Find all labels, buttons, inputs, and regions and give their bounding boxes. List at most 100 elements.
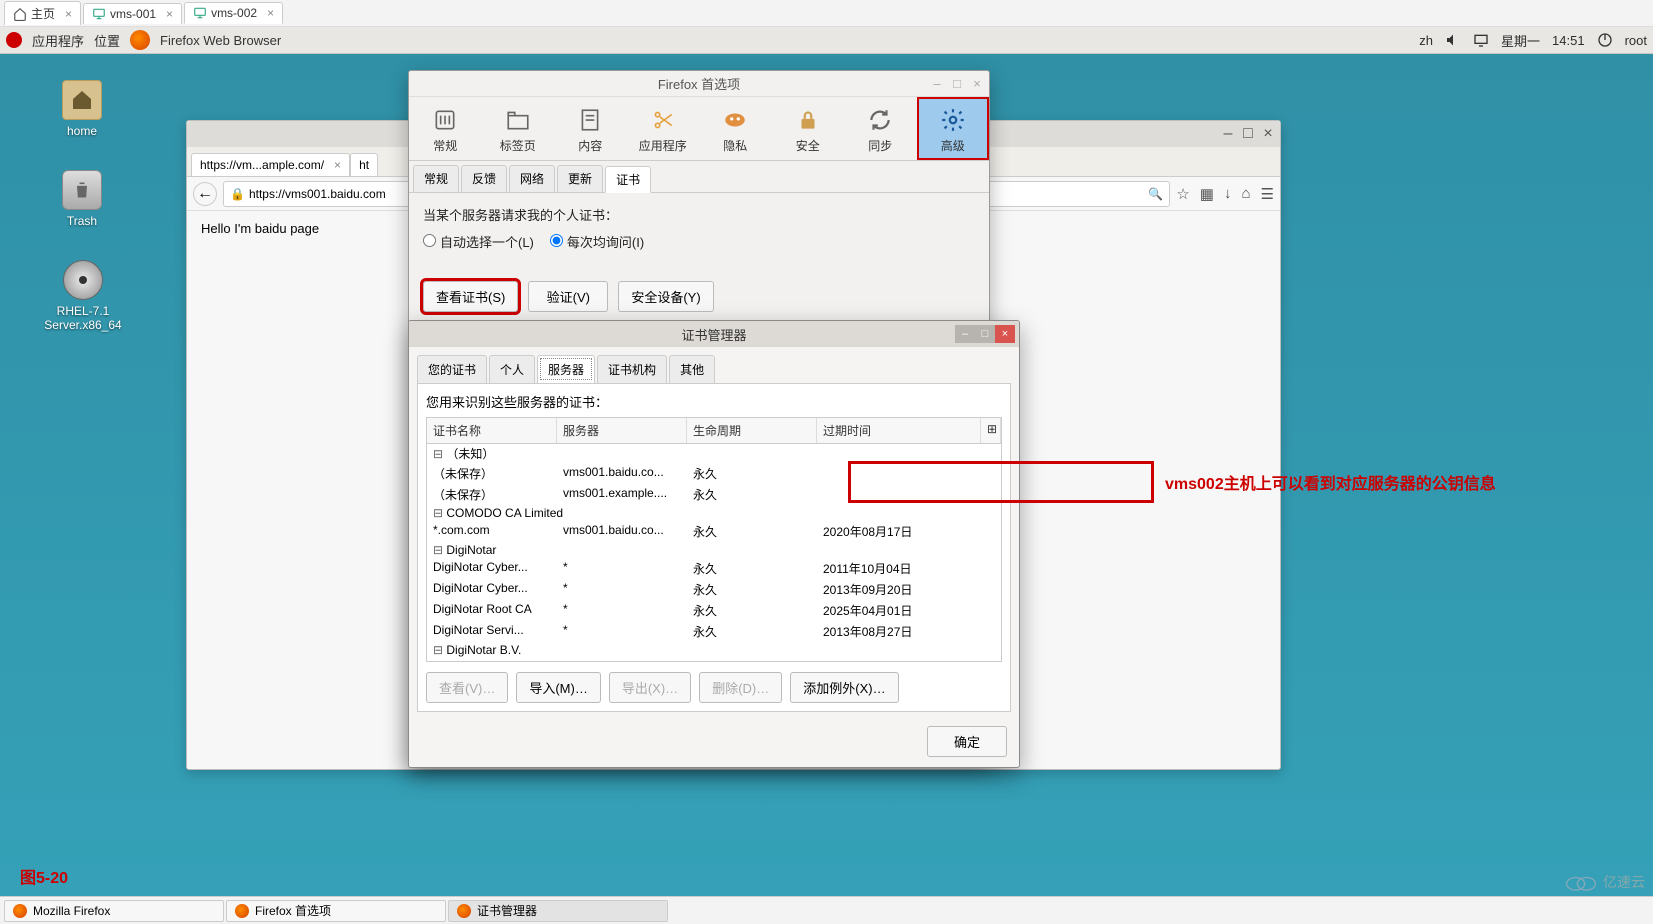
cell-expire: 2020年08月17日 bbox=[817, 522, 1001, 541]
subtab-network[interactable]: 网络 bbox=[509, 165, 555, 192]
close-icon[interactable]: × bbox=[267, 6, 274, 20]
close-icon[interactable]: × bbox=[65, 7, 72, 21]
cert-row[interactable]: DigiNotar Cyber...*永久2013年09月20日 bbox=[427, 579, 1001, 600]
browser-tab[interactable]: https://vm...ample.com/ × bbox=[191, 153, 350, 176]
back-button[interactable]: ← bbox=[193, 182, 217, 206]
prefs-tab-privacy[interactable]: 隐私 bbox=[699, 97, 772, 160]
cert-tab-ca[interactable]: 证书机构 bbox=[597, 355, 667, 383]
cert-group[interactable]: DigiNotar bbox=[427, 542, 1001, 558]
cert-row[interactable]: DigiNotar PKIov...*永久2020年03月23日 bbox=[427, 658, 1001, 662]
cert-row[interactable]: DigiNotar Cyber...*永久2011年10月04日 bbox=[427, 558, 1001, 579]
host-tab-vms002[interactable]: vms-002 × bbox=[184, 2, 283, 24]
library-icon[interactable]: ▦ bbox=[1200, 185, 1214, 203]
radio-ask-every[interactable]: 每次均询问(I) bbox=[550, 232, 644, 251]
display-icon[interactable] bbox=[1473, 32, 1489, 48]
radio-auto-select[interactable]: 自动选择一个(L) bbox=[423, 232, 534, 251]
cell-life: 永久 bbox=[687, 485, 817, 504]
close-button[interactable]: × bbox=[969, 76, 985, 92]
close-icon[interactable]: × bbox=[334, 158, 341, 172]
subtab-general[interactable]: 常规 bbox=[413, 165, 459, 192]
prefs-tab-sync[interactable]: 同步 bbox=[844, 97, 917, 160]
browser-tab[interactable]: ht bbox=[350, 153, 378, 176]
col-expire[interactable]: 过期时间 bbox=[817, 418, 981, 443]
cert-tab-servers[interactable]: 服务器 bbox=[537, 355, 595, 383]
figure-label: 图5-20 bbox=[20, 864, 68, 888]
redhat-icon bbox=[6, 32, 22, 48]
host-tab-home[interactable]: 主页 × bbox=[4, 1, 81, 25]
prefs-tab-general[interactable]: 常规 bbox=[409, 97, 482, 160]
preferences-toolbar: 常规 标签页 内容 应用程序 隐私 安全 同步 高级 bbox=[409, 97, 989, 161]
maximize-button[interactable]: □ bbox=[975, 325, 995, 343]
cert-tab-yours[interactable]: 您的证书 bbox=[417, 355, 487, 383]
places-menu[interactable]: 位置 bbox=[94, 31, 120, 50]
col-name[interactable]: 证书名称 bbox=[427, 418, 557, 443]
taskbar-item-firefox[interactable]: Mozilla Firefox bbox=[4, 900, 224, 922]
cert-row[interactable]: （未保存）vms001.baidu.co...永久 bbox=[427, 463, 1001, 484]
cert-row[interactable]: （未保存）vms001.example....永久 bbox=[427, 484, 1001, 505]
mask-icon bbox=[722, 107, 748, 133]
taskbar-item-cert[interactable]: 证书管理器 bbox=[448, 900, 668, 922]
input-lang[interactable]: zh bbox=[1419, 33, 1433, 48]
maximize-button[interactable]: □ bbox=[1240, 126, 1256, 142]
search-icon[interactable]: 🔍 bbox=[1148, 187, 1163, 201]
col-life[interactable]: 生命周期 bbox=[687, 418, 817, 443]
applications-menu[interactable]: 应用程序 bbox=[32, 31, 84, 50]
cert-tree-header: 证书名称 服务器 生命周期 过期时间 ⊞ bbox=[427, 418, 1001, 444]
prefs-tab-apps[interactable]: 应用程序 bbox=[627, 97, 700, 160]
menu-icon[interactable]: ☰ bbox=[1261, 185, 1274, 203]
cert-group[interactable]: COMODO CA Limited bbox=[427, 505, 1001, 521]
cert-tab-others[interactable]: 其他 bbox=[669, 355, 715, 383]
preferences-body: 当某个服务器请求我的个人证书： 自动选择一个(L) 每次均询问(I) 查看证书(… bbox=[409, 193, 989, 324]
prefs-tab-tabs[interactable]: 标签页 bbox=[482, 97, 555, 160]
taskbar-item-prefs[interactable]: Firefox 首选项 bbox=[226, 900, 446, 922]
cert-group[interactable]: （未知） bbox=[427, 444, 1001, 463]
firefox-icon[interactable] bbox=[130, 30, 150, 50]
ok-button[interactable]: 确定 bbox=[927, 726, 1007, 757]
close-button[interactable]: × bbox=[995, 325, 1015, 343]
prefs-tab-content[interactable]: 内容 bbox=[554, 97, 627, 160]
minimize-button[interactable]: – bbox=[929, 76, 945, 92]
col-handle[interactable]: ⊞ bbox=[981, 418, 1001, 443]
user-label[interactable]: root bbox=[1625, 33, 1647, 48]
host-tab-vms001[interactable]: vms-001 × bbox=[83, 3, 182, 24]
firefox-title: Firefox Web Browser bbox=[160, 33, 281, 48]
cell-life: 永久 bbox=[687, 559, 817, 578]
cert-group[interactable]: DigiNotar B.V. bbox=[427, 642, 1001, 658]
cert-tree[interactable]: 证书名称 服务器 生命周期 过期时间 ⊞ （未知）（未保存）vms001.bai… bbox=[426, 417, 1002, 662]
import-button[interactable]: 导入(M)… bbox=[516, 672, 601, 703]
desktop-icon-dvd[interactable]: RHEL-7.1 Server.x86_64 bbox=[38, 260, 128, 332]
volume-icon[interactable] bbox=[1445, 32, 1461, 48]
bookmark-icon[interactable]: ☆ bbox=[1176, 185, 1189, 203]
desktop-icon-trash[interactable]: Trash bbox=[42, 170, 122, 228]
subtab-certificates[interactable]: 证书 bbox=[605, 166, 651, 193]
maximize-button[interactable]: □ bbox=[949, 76, 965, 92]
desktop-icon-home[interactable]: home bbox=[42, 80, 122, 138]
cell-name: （未保存） bbox=[427, 485, 557, 504]
delete-button: 删除(D)… bbox=[699, 672, 782, 703]
downloads-icon[interactable]: ↓ bbox=[1224, 185, 1232, 203]
cell-life: 永久 bbox=[687, 659, 817, 662]
subtab-feedback[interactable]: 反馈 bbox=[461, 165, 507, 192]
minimize-button[interactable]: – bbox=[1220, 126, 1236, 142]
power-icon[interactable] bbox=[1597, 32, 1613, 48]
close-icon[interactable]: × bbox=[166, 7, 173, 21]
subtab-update[interactable]: 更新 bbox=[557, 165, 603, 192]
add-exception-button[interactable]: 添加例外(X)… bbox=[790, 672, 898, 703]
minimize-button[interactable]: – bbox=[955, 325, 975, 343]
firefox-icon bbox=[13, 904, 27, 918]
home-icon[interactable]: ⌂ bbox=[1241, 185, 1250, 203]
cert-row[interactable]: *.com.comvms001.baidu.co...永久2020年08月17日 bbox=[427, 521, 1001, 542]
view-certificates-button[interactable]: 查看证书(S) bbox=[423, 281, 518, 312]
prefs-tab-advanced[interactable]: 高级 bbox=[917, 97, 990, 160]
url-text: https://vms001.baidu.com bbox=[249, 187, 386, 201]
security-devices-button[interactable]: 安全设备(Y) bbox=[618, 281, 713, 312]
close-button[interactable]: × bbox=[1260, 126, 1276, 142]
cert-tab-people[interactable]: 个人 bbox=[489, 355, 535, 383]
cert-row[interactable]: DigiNotar Root CA*永久2025年04月01日 bbox=[427, 600, 1001, 621]
cert-row[interactable]: DigiNotar Servi...*永久2013年08月27日 bbox=[427, 621, 1001, 642]
prefs-tab-security[interactable]: 安全 bbox=[772, 97, 845, 160]
col-server[interactable]: 服务器 bbox=[557, 418, 687, 443]
verify-button[interactable]: 验证(V) bbox=[528, 281, 608, 312]
cell-server: * bbox=[557, 622, 687, 641]
window-title: Firefox 首选项 bbox=[658, 74, 740, 93]
